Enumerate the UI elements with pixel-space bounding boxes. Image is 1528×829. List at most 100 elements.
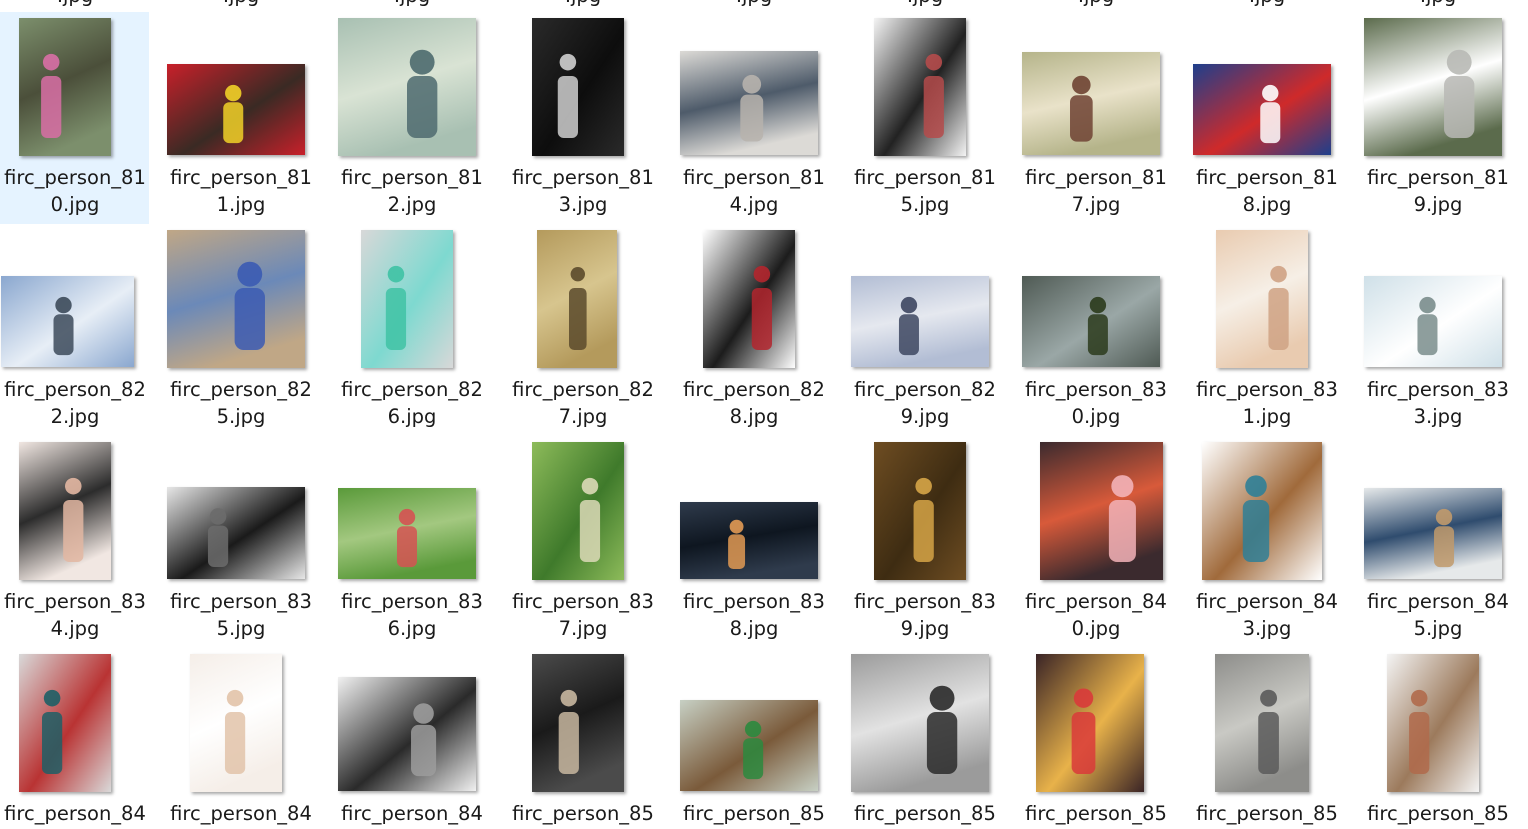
- file-item[interactable]: firc_person_82 2.jpg: [0, 224, 149, 436]
- file-item[interactable]: firc_person_83 8.jpg: [679, 436, 828, 648]
- file-item[interactable]: firc_person_83 6.jpg: [337, 436, 486, 648]
- file-item[interactable]: firc_person_81 5.jpg: [850, 12, 999, 224]
- file-thumbnail[interactable]: [532, 18, 624, 156]
- image-thumbnail: [19, 442, 111, 580]
- file-name-line2: 3.jpg: [558, 193, 608, 216]
- file-item[interactable]: firc_person_81 8.jpg: [1192, 12, 1341, 224]
- file-item[interactable]: firc_person_83 5.jpg: [166, 436, 315, 648]
- image-thumbnail: [1040, 442, 1163, 580]
- file-name-line1: firc_person_81: [1025, 166, 1167, 189]
- file-thumbnail[interactable]: [167, 64, 305, 155]
- file-thumbnail[interactable]: [703, 230, 795, 368]
- file-item[interactable]: firc_person_82 5.jpg: [166, 224, 315, 436]
- file-name-line1: firc_person_81: [683, 166, 825, 189]
- file-thumbnail[interactable]: [1036, 654, 1144, 792]
- file-item[interactable]: firc_person_82 6.jpg: [337, 224, 486, 436]
- file-thumbnail[interactable]: [1387, 654, 1479, 792]
- file-name-label: firc_person_85: [1338, 800, 1528, 827]
- file-item[interactable]: firc_person_85: [1363, 648, 1512, 829]
- file-thumbnail[interactable]: [1364, 276, 1502, 367]
- file-thumbnail[interactable]: [680, 51, 818, 155]
- file-thumbnail[interactable]: [680, 700, 818, 791]
- file-item[interactable]: firc_person_83 4.jpg: [0, 436, 149, 648]
- file-item[interactable]: firc_person_84: [166, 648, 315, 829]
- file-thumbnail[interactable]: [19, 654, 111, 792]
- file-thumbnail[interactable]: [19, 442, 111, 580]
- file-name-line1: firc_person_84: [1196, 590, 1338, 613]
- file-thumbnail[interactable]: [338, 677, 476, 791]
- file-thumbnail[interactable]: [532, 442, 624, 580]
- file-item[interactable]: firc_person_83 0.jpg: [1021, 224, 1170, 436]
- file-thumbnail[interactable]: [338, 488, 476, 579]
- image-thumbnail: [532, 654, 624, 792]
- file-thumbnail[interactable]: [874, 18, 966, 156]
- file-item[interactable]: firc_person_85: [1192, 648, 1341, 829]
- file-thumbnail[interactable]: [19, 18, 111, 156]
- file-thumbnail[interactable]: [167, 487, 305, 579]
- file-name-line1: firc_person_84: [170, 802, 312, 825]
- file-thumbnail[interactable]: [851, 276, 989, 367]
- file-item[interactable]: firc_person_81 7.jpg: [1021, 12, 1170, 224]
- file-item[interactable]: firc_person_84: [337, 648, 486, 829]
- file-name-line1: firc_person_81: [512, 166, 654, 189]
- file-name-line2: 9.jpg: [900, 405, 950, 428]
- file-thumbnail[interactable]: [1193, 64, 1331, 155]
- file-item[interactable]: firc_person_81 1.jpg: [166, 12, 315, 224]
- file-item[interactable]: firc_person_81 0.jpg: [0, 12, 149, 224]
- file-thumbnail[interactable]: [190, 654, 282, 792]
- file-thumbnail[interactable]: [167, 230, 305, 368]
- file-thumbnail[interactable]: [680, 502, 818, 579]
- file-item[interactable]: firc_person_85: [850, 648, 999, 829]
- file-name-line1: firc_person_81: [854, 166, 996, 189]
- file-item[interactable]: firc_person_83 7.jpg: [508, 436, 657, 648]
- file-item[interactable]: firc_person_85: [679, 648, 828, 829]
- file-name-line1: firc_person_83: [854, 590, 996, 613]
- file-thumbnail[interactable]: [1040, 442, 1163, 580]
- file-item[interactable]: firc_person_83 9.jpg: [850, 436, 999, 648]
- file-item[interactable]: firc_person_83 1.jpg: [1192, 224, 1341, 436]
- file-name-line2: 3.jpg: [1242, 617, 1292, 640]
- file-name-line2: 5.jpg: [216, 405, 266, 428]
- file-item[interactable]: firc_person_82 7.jpg: [508, 224, 657, 436]
- file-item[interactable]: firc_person_85: [508, 648, 657, 829]
- file-name-label: firc_person_81 5.jpg: [825, 164, 1025, 218]
- image-thumbnail: [338, 488, 476, 579]
- file-name-line1: firc_person_84: [1367, 590, 1509, 613]
- file-thumbnail[interactable]: [1215, 654, 1309, 792]
- file-thumbnail[interactable]: [874, 442, 966, 580]
- file-name-line1: firc_person_84: [341, 802, 483, 825]
- file-name-line1: firc_person_81: [1196, 166, 1338, 189]
- file-thumbnail[interactable]: [1022, 276, 1160, 367]
- file-thumbnail[interactable]: [361, 230, 453, 368]
- file-thumbnail[interactable]: [1216, 230, 1308, 368]
- file-item[interactable]: firc_person_84 0.jpg: [1021, 436, 1170, 648]
- file-thumbnail[interactable]: [537, 230, 617, 368]
- file-name-line2: 5.jpg: [900, 193, 950, 216]
- image-thumbnail: [532, 18, 624, 156]
- file-name-line2: 7.jpg: [558, 617, 608, 640]
- file-item[interactable]: firc_person_84: [0, 648, 149, 829]
- file-thumbnail[interactable]: [1202, 442, 1322, 580]
- file-item[interactable]: firc_person_81 9.jpg: [1363, 12, 1512, 224]
- image-thumbnail: [1215, 654, 1309, 792]
- file-name-line2: 0.jpg: [1071, 617, 1121, 640]
- image-thumbnail: [167, 230, 305, 368]
- file-thumbnail[interactable]: [1364, 18, 1502, 156]
- file-thumbnail[interactable]: [1022, 52, 1160, 155]
- clipped-file-label: .jpg: [1338, 0, 1528, 9]
- file-item[interactable]: firc_person_81 3.jpg: [508, 12, 657, 224]
- file-item[interactable]: firc_person_82 9.jpg: [850, 224, 999, 436]
- file-item[interactable]: firc_person_82 8.jpg: [679, 224, 828, 436]
- file-item[interactable]: firc_person_81 2.jpg: [337, 12, 486, 224]
- file-item[interactable]: firc_person_84 3.jpg: [1192, 436, 1341, 648]
- file-item[interactable]: firc_person_81 4.jpg: [679, 12, 828, 224]
- file-name-line1: firc_person_83: [512, 590, 654, 613]
- file-item[interactable]: firc_person_83 3.jpg: [1363, 224, 1512, 436]
- file-item[interactable]: firc_person_85: [1021, 648, 1170, 829]
- file-thumbnail[interactable]: [851, 654, 989, 792]
- file-item[interactable]: firc_person_84 5.jpg: [1363, 436, 1512, 648]
- file-thumbnail[interactable]: [1364, 488, 1502, 579]
- file-thumbnail[interactable]: [1, 276, 134, 367]
- file-thumbnail[interactable]: [532, 654, 624, 792]
- file-thumbnail[interactable]: [338, 18, 476, 156]
